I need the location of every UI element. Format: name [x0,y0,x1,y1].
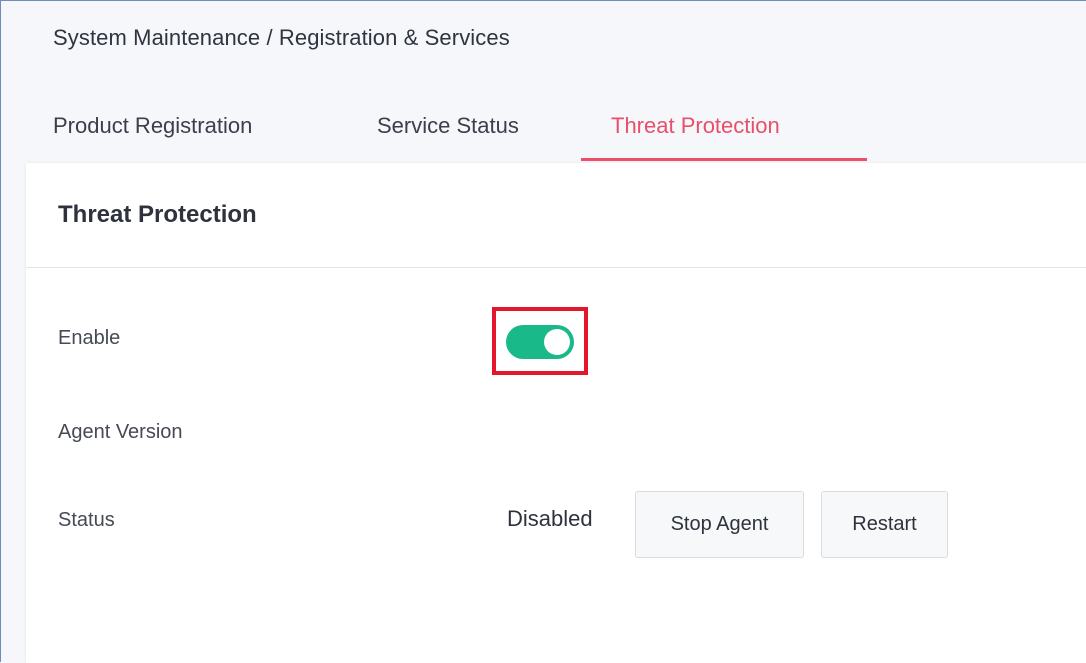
status-value: Disabled [507,506,593,531]
stop-agent-button[interactable]: Stop Agent [635,491,804,558]
enable-label: Enable [58,327,121,349]
restart-button[interactable]: Restart [821,491,948,558]
app-frame: System Maintenance / Registration & Serv… [0,0,1086,663]
tab-threat-protection[interactable]: Threat Protection [581,107,867,165]
toggle-knob-icon [544,329,570,355]
card-header: Threat Protection [26,163,1086,268]
tab-service-status[interactable]: Service Status [377,107,583,165]
tab-product-registration[interactable]: Product Registration [53,107,320,165]
threat-protection-card: Threat Protection Enable Agent Version S… [26,163,1086,663]
agent-version-label: Agent Version [58,421,183,443]
breadcrumb: System Maintenance / Registration & Serv… [53,25,510,50]
enable-toggle[interactable] [506,325,574,359]
status-label: Status [58,509,115,531]
tab-bar: Product Registration Service Status Thre… [53,107,867,165]
card-title: Threat Protection [58,201,257,228]
